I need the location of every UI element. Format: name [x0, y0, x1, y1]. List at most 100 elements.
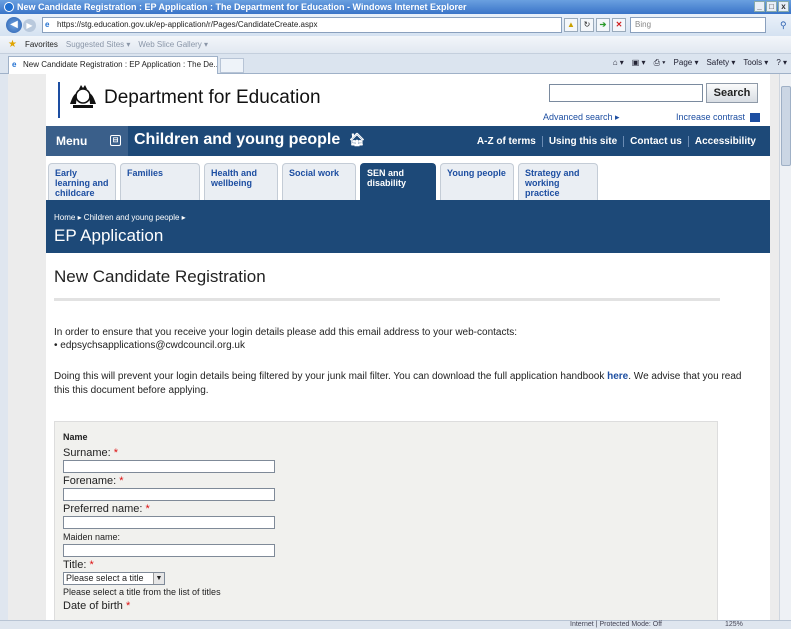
go-icon[interactable]: ➔ [596, 18, 610, 32]
maiden-name-label: Maiden name: [63, 532, 121, 542]
breadcrumb[interactable]: Home ▸ Children and young people ▸ [54, 213, 186, 222]
url-field[interactable]: https://stg.education.gov.uk/ep-applicat… [42, 17, 562, 33]
feeds-icon[interactable]: ▣ ▾ [632, 58, 646, 68]
title-label-text: Title: [63, 559, 87, 571]
tab-social-work[interactable]: Social work [282, 163, 356, 200]
address-bar: ◀ ▶ https://stg.education.gov.uk/ep-appl… [0, 14, 791, 36]
minimize-button[interactable]: _ [754, 1, 765, 12]
required-marker: * [89, 559, 94, 571]
surname-input[interactable] [63, 460, 275, 473]
search-icon[interactable]: ⚲ [780, 20, 787, 31]
refresh-icon[interactable]: ↻ [580, 18, 594, 32]
tab-early-learning[interactable]: Early learning and childcare [48, 163, 116, 200]
registration-form: Name Surname: * Forename: * Preferred na… [54, 421, 718, 620]
new-tab-button[interactable] [220, 58, 244, 73]
status-bar: Internet | Protected Mode: Off 125% [0, 620, 791, 629]
suggested-sites-link[interactable]: Suggested Sites ▾ [66, 40, 131, 49]
favorites-bar: ★ Favorites Suggested Sites ▾ Web Slice … [0, 36, 791, 54]
page-menu[interactable]: Page ▾ [674, 58, 699, 68]
favorites-button[interactable]: Favorites [25, 40, 58, 49]
bing-search-input[interactable]: Bing [630, 17, 766, 33]
vertical-scrollbar[interactable] [779, 74, 791, 620]
command-bar: ⌂ ▾ ▣ ▾ ⎙ ▾ Page ▾ Safety ▾ Tools ▾ ? ▾ [613, 58, 787, 68]
window-titlebar: New Candidate Registration : EP Applicat… [0, 0, 791, 14]
security-zone: Internet | Protected Mode: Off [570, 621, 662, 628]
increase-contrast-link[interactable]: Increase contrast [676, 112, 760, 123]
main-content: New Candidate Registration In order to e… [46, 253, 770, 620]
contact-us-link[interactable]: Contact us [623, 135, 688, 147]
scrollbar-thumb[interactable] [781, 86, 791, 166]
title-select[interactable]: Please select a title ▼ [63, 572, 165, 585]
tab-young-people[interactable]: Young people [440, 163, 514, 200]
section-title-text: Children and young people [134, 131, 341, 148]
home-icon[interactable]: ⌂ ▾ [613, 58, 624, 68]
back-button[interactable]: ◀ [6, 17, 22, 33]
dropdown-arrow-icon[interactable]: ▼ [153, 573, 164, 584]
address-icons: ▲ ↻ ➔ ✕ [564, 18, 626, 32]
tab-sen-disability[interactable]: SEN and disability [360, 163, 436, 200]
title-label: Title: * [63, 559, 94, 571]
surname-label-text: Surname: [63, 447, 111, 459]
home-icon: 🏠︎ [348, 132, 366, 147]
lock-icon[interactable]: ▲ [564, 18, 578, 32]
search-button[interactable]: Search [706, 83, 758, 103]
menu-toggle-icon: ⊟ [110, 135, 121, 146]
ie-icon [4, 2, 14, 12]
title-select-value: Please select a title [66, 573, 144, 583]
site-search-input[interactable] [549, 84, 703, 102]
forename-input[interactable] [63, 488, 275, 501]
favorites-star-icon[interactable]: ★ [8, 39, 17, 50]
help-icon[interactable]: ? ▾ [776, 58, 787, 68]
name-legend: Name [63, 432, 88, 442]
maximize-button[interactable]: □ [766, 1, 777, 12]
utility-links: A-Z of terms Using this site Contact us … [471, 126, 762, 156]
print-icon[interactable]: ⎙ ▾ [654, 58, 666, 68]
dfe-logo-text[interactable]: Department for Education [104, 87, 321, 109]
required-marker: * [119, 475, 124, 487]
surname-label: Surname: * [63, 447, 118, 459]
handbook-link[interactable]: here [607, 371, 628, 382]
preferred-name-label: Preferred name: * [63, 503, 150, 515]
site-header: Department for Education Search Advanced… [46, 74, 770, 126]
page-banner: Home ▸ Children and young people ▸ EP Ap… [46, 203, 770, 253]
dob-label-text: Date of birth [63, 600, 123, 612]
contrast-icon [749, 113, 760, 123]
category-tabs: Early learning and childcare Families He… [46, 156, 770, 200]
advanced-search-link[interactable]: Advanced search ▸ [543, 112, 620, 123]
main-nav: Menu ⊟ Children and young people 🏠︎ A-Z … [46, 126, 770, 156]
accessibility-link[interactable]: Accessibility [687, 135, 762, 147]
menu-label: Menu [56, 134, 88, 148]
preferred-name-label-text: Preferred name: [63, 503, 143, 515]
safety-menu[interactable]: Safety ▾ [706, 58, 735, 68]
close-button[interactable]: x [778, 1, 789, 12]
browser-tab[interactable]: New Candidate Registration : EP Applicat… [8, 56, 218, 74]
forename-label-text: Forename: [63, 475, 117, 487]
tab-bar: New Candidate Registration : EP Applicat… [0, 54, 791, 74]
section-title[interactable]: Children and young people 🏠︎ [134, 131, 365, 149]
menu-button[interactable]: Menu ⊟ [46, 126, 128, 156]
preferred-name-input[interactable] [63, 516, 275, 529]
banner-title: EP Application [54, 226, 164, 245]
required-marker: * [125, 600, 131, 612]
required-marker: * [113, 447, 119, 459]
tab-strategy[interactable]: Strategy and working practice [518, 163, 598, 200]
forward-button[interactable]: ▶ [23, 18, 36, 32]
az-terms-link[interactable]: A-Z of terms [471, 136, 542, 147]
maiden-name-input[interactable] [63, 544, 275, 557]
email-address: • edpsychsapplications@cwdcouncil.org.uk [54, 340, 245, 351]
handbook-text-start: Doing this will prevent your login detai… [54, 371, 608, 382]
tab-families[interactable]: Families [120, 163, 200, 200]
using-this-site-link[interactable]: Using this site [541, 135, 623, 147]
tab-health-wellbeing[interactable]: Health and wellbeing [204, 163, 278, 200]
web-page: Department for Education Search Advanced… [46, 74, 770, 620]
web-slice-link[interactable]: Web Slice Gallery ▾ [138, 40, 208, 49]
tools-menu[interactable]: Tools ▾ [743, 58, 768, 68]
increase-contrast-label: Increase contrast [676, 112, 746, 122]
title-hint: Please select a title from the list of t… [63, 587, 221, 597]
title-divider [54, 298, 720, 301]
handbook-paragraph: Doing this will prevent your login detai… [54, 370, 754, 398]
zoom-level[interactable]: 125% [725, 621, 743, 628]
required-marker: * [145, 503, 150, 515]
stop-icon[interactable]: ✕ [612, 18, 626, 32]
intro-text: In order to ensure that you receive your… [54, 327, 518, 338]
